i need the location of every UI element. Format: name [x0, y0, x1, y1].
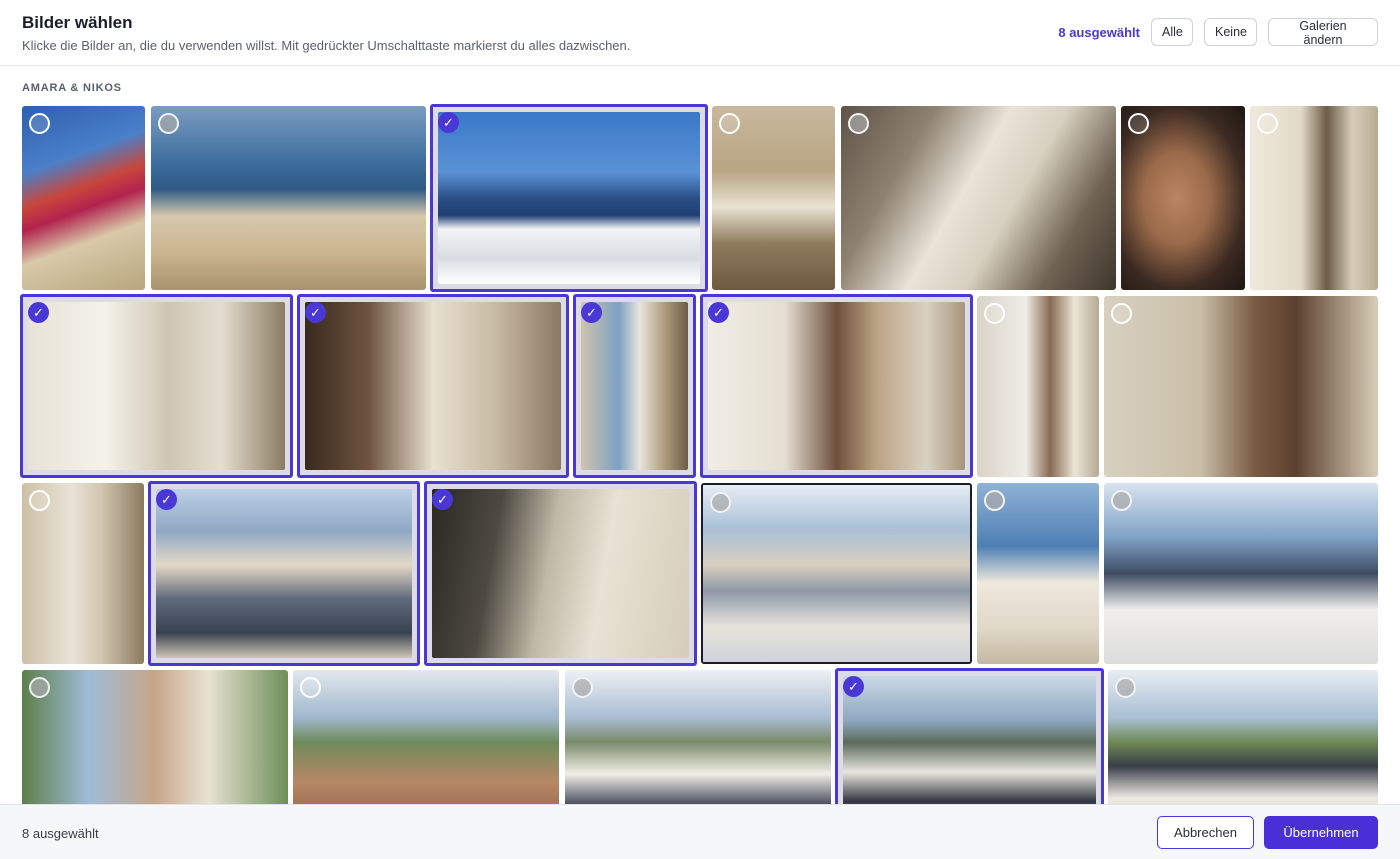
photo-ring-exchange [293, 670, 559, 804]
unchecked-circle-icon[interactable] [1115, 677, 1136, 698]
photo-groom-watch [1104, 296, 1378, 477]
photo-tile[interactable]: ✓ [20, 294, 293, 478]
photo-tile[interactable] [701, 483, 972, 664]
unchecked-circle-icon[interactable] [848, 113, 869, 134]
photo-tile[interactable] [1250, 106, 1378, 290]
photo-tile[interactable] [977, 483, 1099, 664]
photo-tile[interactable] [712, 106, 835, 290]
unchecked-circle-icon[interactable] [1111, 490, 1132, 511]
photo-guests-seated [703, 485, 970, 662]
photo-groom-guests [156, 489, 412, 658]
photo-tile[interactable] [1121, 106, 1245, 290]
photo-shoes-window [841, 106, 1116, 290]
photo-tile[interactable]: ✓ [424, 481, 697, 666]
unchecked-circle-icon[interactable] [29, 677, 50, 698]
photo-confetti-exit [843, 676, 1096, 804]
photo-tile[interactable]: ✓ [573, 294, 696, 478]
check-icon[interactable]: ✓ [28, 302, 49, 323]
photo-santorini-view [438, 112, 700, 284]
photo-tile[interactable] [22, 483, 144, 664]
check-icon[interactable]: ✓ [708, 302, 729, 323]
photo-tile[interactable] [977, 296, 1099, 477]
photo-invitation-card [151, 106, 426, 290]
photo-tile[interactable] [22, 670, 288, 804]
photo-bride-window [581, 302, 688, 470]
photo-tile[interactable]: ✓ [700, 294, 973, 478]
footer-selected-count: 8 ausgewählt [22, 826, 99, 841]
apply-button[interactable]: Übernehmen [1264, 816, 1378, 849]
unchecked-circle-icon[interactable] [158, 113, 179, 134]
photo-tile[interactable]: ✓ [148, 481, 420, 666]
photo-boutonniere [432, 489, 689, 658]
unchecked-circle-icon[interactable] [572, 677, 593, 698]
unchecked-circle-icon[interactable] [29, 490, 50, 511]
photo-tile[interactable] [1104, 296, 1378, 477]
unchecked-circle-icon[interactable] [719, 113, 740, 134]
check-icon[interactable]: ✓ [843, 676, 864, 697]
unchecked-circle-icon[interactable] [984, 303, 1005, 324]
photo-tile[interactable] [1104, 483, 1378, 664]
photo-groom-arch [22, 670, 288, 804]
gallery-section-label: AMARA & NIKOS [22, 82, 122, 94]
photo-veil-room [28, 302, 285, 470]
unchecked-circle-icon[interactable] [300, 677, 321, 698]
photo-tile[interactable]: ✓ [297, 294, 569, 478]
check-icon[interactable]: ✓ [156, 489, 177, 510]
photo-tile[interactable] [1108, 670, 1378, 804]
photo-tile[interactable] [841, 106, 1116, 290]
photo-walk-aisle [1104, 483, 1378, 664]
photo-tile[interactable] [151, 106, 426, 290]
unchecked-circle-icon[interactable] [29, 113, 50, 134]
dialog-footer: 8 ausgewählt Abbrechen Übernehmen [0, 804, 1400, 859]
unchecked-circle-icon[interactable] [1111, 303, 1132, 324]
check-icon[interactable]: ✓ [432, 489, 453, 510]
cancel-button[interactable]: Abbrechen [1157, 816, 1254, 849]
photo-tile[interactable] [293, 670, 559, 804]
photo-tile[interactable]: ✓ [835, 668, 1104, 804]
check-icon[interactable]: ✓ [305, 302, 326, 323]
photo-earring [305, 302, 561, 470]
unchecked-circle-icon[interactable] [1257, 113, 1278, 134]
unchecked-circle-icon[interactable] [984, 490, 1005, 511]
photo-grid: AMARA & NIKOS ✓ ✓ ✓ ✓ ✓ ✓ ✓ ✓ [0, 0, 1400, 804]
unchecked-circle-icon[interactable] [710, 492, 731, 513]
photo-tile[interactable] [565, 670, 831, 804]
photo-tile[interactable]: ✓ [430, 104, 708, 292]
photo-bride-mother [708, 302, 965, 470]
photo-couple-altar [565, 670, 831, 804]
photo-tile[interactable] [22, 106, 145, 290]
photo-kiss [1108, 670, 1378, 804]
unchecked-circle-icon[interactable] [1128, 113, 1149, 134]
check-icon[interactable]: ✓ [581, 302, 602, 323]
check-icon[interactable]: ✓ [438, 112, 459, 133]
